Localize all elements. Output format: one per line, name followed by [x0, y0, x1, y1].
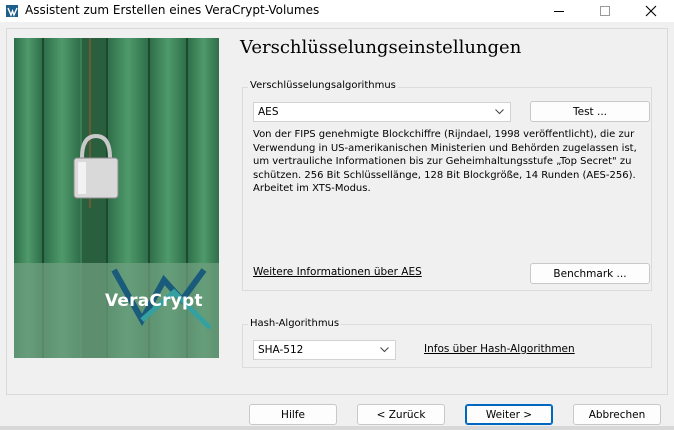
- bottom-edge-strip: [0, 426, 674, 430]
- cancel-button[interactable]: Abbrechen: [573, 404, 661, 425]
- veracrypt-app-icon: [6, 5, 18, 17]
- page-title: Verschlüsselungseinstellungen: [240, 37, 522, 58]
- benchmark-button[interactable]: Benchmark ...: [530, 263, 650, 284]
- hash-algorithm-label: Hash-Algorithmus: [248, 318, 342, 329]
- maximize-button[interactable]: [582, 0, 628, 22]
- minimize-icon: [554, 11, 564, 12]
- close-button[interactable]: [628, 0, 674, 22]
- chevron-down-icon: [495, 109, 504, 115]
- title-bar: Assistent zum Erstellen eines VeraCrypt-…: [0, 0, 674, 22]
- encryption-algorithm-label: Verschlüsselungsalgorithmus: [248, 80, 398, 91]
- test-button[interactable]: Test ...: [530, 101, 650, 122]
- hash-info-link[interactable]: Infos über Hash-Algorithmen: [424, 343, 575, 355]
- next-button[interactable]: Weiter >: [465, 404, 553, 425]
- minimize-button[interactable]: [536, 0, 582, 22]
- algorithm-description: Von der FIPS genehmigte Blockchiffre (Ri…: [253, 129, 637, 194]
- encryption-algorithm-value: AES: [258, 106, 279, 118]
- maximize-icon: [600, 6, 610, 16]
- hash-algorithm-select[interactable]: SHA-512: [253, 340, 396, 360]
- chevron-down-icon: [380, 347, 389, 353]
- window-title: Assistent zum Erstellen eines VeraCrypt-…: [25, 3, 320, 17]
- back-button[interactable]: < Zurück: [357, 404, 445, 425]
- veracrypt-logo-text: VeraCrypt: [105, 291, 203, 311]
- encryption-algorithm-select[interactable]: AES: [253, 102, 511, 122]
- close-icon: [645, 5, 657, 17]
- help-button[interactable]: Hilfe: [249, 404, 337, 425]
- hash-algorithm-value: SHA-512: [258, 344, 304, 356]
- more-info-aes-link[interactable]: Weitere Informationen über AES: [253, 266, 422, 278]
